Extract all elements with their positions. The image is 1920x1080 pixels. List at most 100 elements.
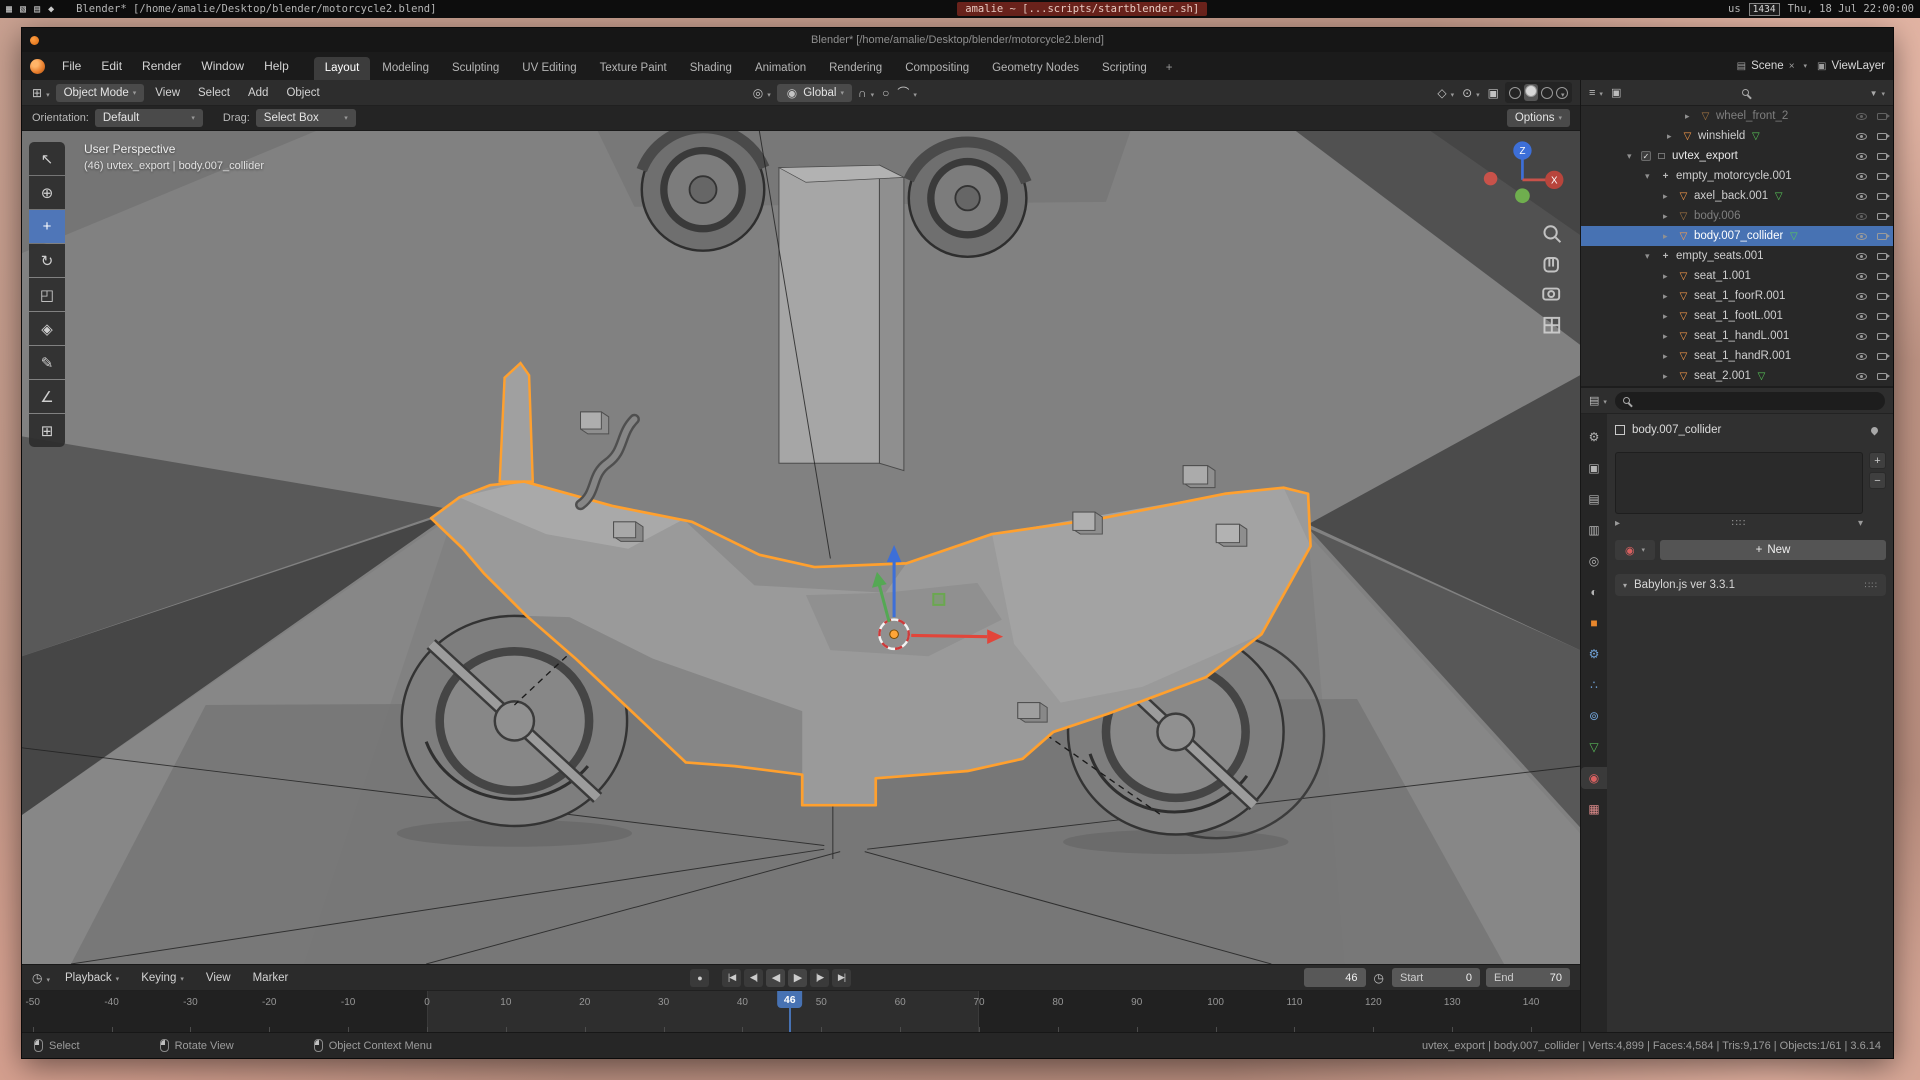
gizmo-plane-handle[interactable] bbox=[933, 594, 944, 605]
falloff-button[interactable]: ⌒ bbox=[895, 84, 919, 101]
orientation-dropdown[interactable]: Default bbox=[95, 109, 203, 127]
hide-toggle[interactable] bbox=[1856, 133, 1867, 140]
tool-add-cube[interactable]: ⊞ bbox=[29, 414, 65, 447]
overlays-button[interactable]: ⊙ bbox=[1460, 86, 1482, 100]
material-slot-list[interactable] bbox=[1615, 452, 1863, 514]
properties-editor-type-button[interactable]: ▤ bbox=[1589, 394, 1607, 407]
play-button[interactable]: ▶ bbox=[788, 969, 807, 987]
auto-key-button[interactable]: ● bbox=[690, 969, 709, 987]
menu-add[interactable]: Add bbox=[241, 85, 275, 101]
view-layer-selector[interactable]: ▣ ViewLayer bbox=[1817, 60, 1885, 72]
tab-particles[interactable]: ∴ bbox=[1582, 674, 1606, 696]
outliner-row-seat-1-foorR[interactable]: ▸▽ seat_1_foorR.001 bbox=[1581, 286, 1893, 306]
gizmo-x-axis-handle[interactable] bbox=[911, 635, 987, 636]
menu-view[interactable]: View bbox=[148, 85, 187, 101]
hide-toggle[interactable] bbox=[1856, 273, 1867, 280]
tool-measure[interactable]: ∠ bbox=[29, 380, 65, 413]
timeline-ruler[interactable]: 46 -50-40-30-20-100102030405060708090100… bbox=[22, 991, 1580, 1033]
render-toggle[interactable] bbox=[1877, 133, 1887, 140]
tool-rotate[interactable]: ↻ bbox=[29, 244, 65, 277]
prev-keyframe-button[interactable]: ◀| bbox=[744, 969, 763, 987]
hide-toggle[interactable] bbox=[1856, 113, 1867, 120]
tab-scene[interactable]: ◎ bbox=[1582, 550, 1606, 572]
menu-marker[interactable]: Marker bbox=[244, 969, 298, 987]
tab-object-data[interactable]: ▽ bbox=[1582, 736, 1606, 758]
render-toggle[interactable] bbox=[1877, 213, 1887, 220]
tab-animation[interactable]: Animation bbox=[744, 57, 817, 80]
menu-select[interactable]: Select bbox=[191, 85, 237, 101]
tab-material[interactable]: ◉ bbox=[1581, 767, 1607, 789]
tab-modifiers[interactable]: ⚙ bbox=[1582, 643, 1606, 665]
tab-physics[interactable]: ⊚ bbox=[1582, 705, 1606, 727]
current-frame-field[interactable]: 46 bbox=[1304, 968, 1366, 987]
playhead-chip[interactable]: 46 bbox=[777, 991, 803, 1008]
pillar-object[interactable] bbox=[779, 165, 904, 470]
render-toggle[interactable] bbox=[1877, 273, 1887, 280]
shading-material-button[interactable] bbox=[1541, 87, 1553, 99]
outliner-row-seat-2[interactable]: ▸▽ seat_2.001▽ bbox=[1581, 366, 1893, 386]
jump-to-start-button[interactable]: |◀ bbox=[722, 969, 741, 987]
outliner-row-empty-motorcycle[interactable]: ▾+ empty_motorcycle.001 bbox=[1581, 166, 1893, 186]
tool-select-box[interactable]: ↖ bbox=[29, 142, 65, 175]
keyboard-layout[interactable]: us bbox=[1728, 3, 1741, 15]
outliner-row-seat-1[interactable]: ▸▽ seat_1.001 bbox=[1581, 266, 1893, 286]
scene-browse-icon[interactable]: ▤ bbox=[1737, 61, 1746, 72]
new-material-button[interactable]: +New bbox=[1660, 540, 1886, 560]
render-toggle[interactable] bbox=[1877, 333, 1887, 340]
tab-scripting[interactable]: Scripting bbox=[1091, 57, 1158, 80]
tab-shading[interactable]: Shading bbox=[679, 57, 743, 80]
render-toggle[interactable] bbox=[1877, 353, 1887, 360]
hide-toggle[interactable] bbox=[1856, 153, 1867, 160]
hide-toggle[interactable] bbox=[1856, 293, 1867, 300]
show-gizmo-button[interactable]: ◇ bbox=[1435, 86, 1456, 100]
render-toggle[interactable] bbox=[1877, 153, 1887, 160]
window-titlebar[interactable]: Blender* [/home/amalie/Desktop/blender/m… bbox=[22, 28, 1893, 52]
blender-logo-icon[interactable] bbox=[30, 59, 45, 74]
shading-wireframe-button[interactable] bbox=[1509, 87, 1521, 99]
viewport-canvas[interactable]: Z X bbox=[22, 131, 1580, 964]
files-icon[interactable]: ▤ bbox=[34, 4, 40, 15]
outliner-row-body-006[interactable]: ▸▽ body.006 bbox=[1581, 206, 1893, 226]
window-switch-icon[interactable]: ▧ bbox=[20, 4, 26, 15]
menu-object[interactable]: Object bbox=[279, 85, 326, 101]
outliner-filter-button[interactable]: ▼ bbox=[1870, 87, 1885, 99]
tool-annotate[interactable]: ✎ bbox=[29, 346, 65, 379]
outliner-display-mode-icon[interactable]: ▣ bbox=[1611, 86, 1621, 99]
tool-scale[interactable]: ◰ bbox=[29, 278, 65, 311]
menu-view-timeline[interactable]: View bbox=[197, 969, 240, 987]
tab-compositing[interactable]: Compositing bbox=[894, 57, 980, 80]
outliner-row-body-007-collider[interactable]: ▸▽ body.007_collider▽ bbox=[1581, 226, 1893, 246]
babylon-panel-header[interactable]: ▾ Babylon.js ver 3.3.1 ∷∷ bbox=[1615, 574, 1886, 596]
snap-magnet-button[interactable]: ∩ bbox=[856, 86, 876, 100]
view-layer-icon[interactable]: ▣ bbox=[1817, 61, 1826, 72]
shading-rendered-button[interactable] bbox=[1556, 87, 1568, 99]
hide-toggle[interactable] bbox=[1856, 313, 1867, 320]
collection-checkbox[interactable]: ✓ bbox=[1641, 151, 1651, 161]
outliner-search-icon[interactable] bbox=[1742, 89, 1749, 96]
slot-specials-menu[interactable]: ▾ bbox=[1858, 518, 1863, 529]
play-reverse-button[interactable]: ◀ bbox=[766, 969, 785, 987]
render-toggle[interactable] bbox=[1877, 233, 1887, 240]
render-toggle[interactable] bbox=[1877, 293, 1887, 300]
editor-type-button[interactable]: ⊞ bbox=[30, 86, 52, 100]
jump-to-end-button[interactable]: ▶| bbox=[832, 969, 851, 987]
properties-search-input[interactable] bbox=[1615, 392, 1885, 410]
tab-output[interactable]: ▤ bbox=[1582, 488, 1606, 510]
tab-view-layer[interactable]: ▥ bbox=[1582, 519, 1606, 541]
outliner-row-axel-back[interactable]: ▸▽ axel_back.001▽ bbox=[1581, 186, 1893, 206]
outliner-row-seat-1-footL[interactable]: ▸▽ seat_1_footL.001 bbox=[1581, 306, 1893, 326]
outliner-editor-type-button[interactable]: ≡ bbox=[1589, 87, 1603, 99]
breadcrumb-object-name[interactable]: body.007_collider bbox=[1632, 424, 1721, 436]
render-toggle[interactable] bbox=[1877, 313, 1887, 320]
outliner-row-wheel-front-2[interactable]: ▸▽ wheel_front_2 bbox=[1581, 106, 1893, 126]
outliner-row-seat-1-handL[interactable]: ▸▽ seat_1_handL.001 bbox=[1581, 326, 1893, 346]
menu-file[interactable]: File bbox=[53, 56, 90, 76]
tab-geometry-nodes[interactable]: Geometry Nodes bbox=[981, 57, 1090, 80]
tab-texture-paint[interactable]: Texture Paint bbox=[589, 57, 678, 80]
xray-toggle[interactable]: ▣ bbox=[1486, 86, 1501, 100]
tool-move[interactable]: + bbox=[29, 210, 65, 243]
tab-modeling[interactable]: Modeling bbox=[371, 57, 440, 80]
tab-uv-editing[interactable]: UV Editing bbox=[511, 57, 587, 80]
gizmo-y-ball[interactable] bbox=[1515, 188, 1530, 203]
tool-transform[interactable]: ◈ bbox=[29, 312, 65, 345]
